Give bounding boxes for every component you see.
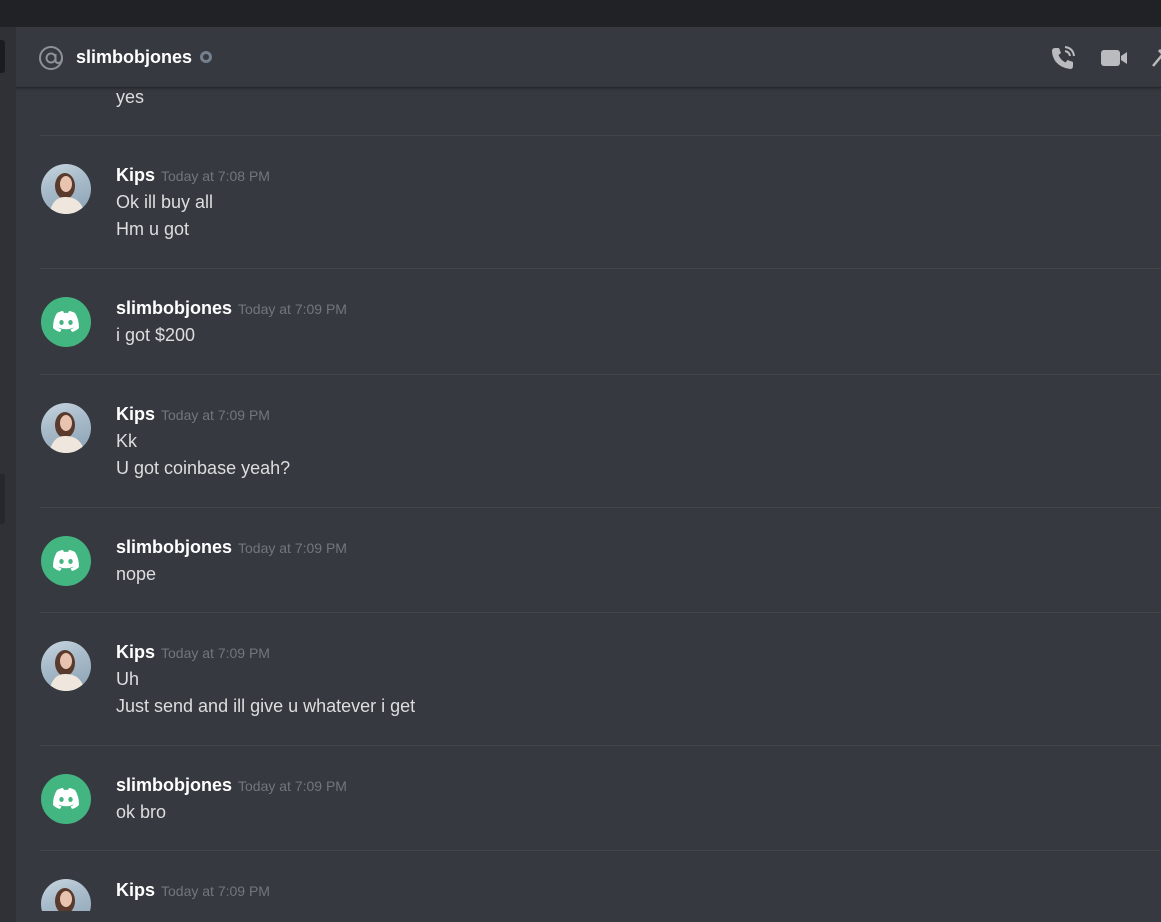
channel-title: slimbobjones [76, 47, 193, 67]
message-timestamp: Today at 7:09 PM [238, 778, 347, 794]
author-name[interactable]: Kips [116, 404, 155, 424]
message-divider [40, 507, 1161, 508]
author-name[interactable]: Kips [116, 880, 155, 900]
discord-logo-icon [53, 550, 79, 571]
message-author[interactable]: slimbobjones Today at 7:09 PM [116, 773, 347, 798]
message-divider [40, 612, 1161, 613]
chat-header: slimbobjones [16, 27, 1161, 88]
message-text: U got coinbase yeah? [116, 458, 291, 478]
message-divider [40, 268, 1161, 269]
phone-call-icon[interactable] [1049, 44, 1077, 72]
author-name[interactable]: slimbobjones [116, 775, 232, 795]
chat-main: slimbobjones yes Kips Today at 7:08 PM O… [16, 27, 1161, 922]
message-author[interactable]: slimbobjones Today at 7:09 PM [116, 535, 347, 560]
at-sign-icon [39, 46, 63, 70]
pin-icon[interactable] [1149, 44, 1161, 72]
message-timestamp: Today at 7:09 PM [238, 301, 347, 317]
sidebar-edge [0, 27, 16, 922]
discord-logo-icon [53, 788, 79, 809]
message-text: Just send and ill give u whatever i get [116, 696, 416, 716]
message-text: nope [116, 564, 157, 584]
message-divider [40, 745, 1161, 746]
message-timestamp: Today at 7:09 PM [161, 407, 270, 423]
message-timestamp: Today at 7:09 PM [161, 645, 270, 661]
user-avatar-slimbobjones[interactable] [41, 774, 91, 824]
message-text: i got $200 [116, 325, 196, 345]
message-text: Hm u got [116, 219, 190, 239]
author-name[interactable]: Kips [116, 165, 155, 185]
message-divider [40, 135, 1161, 136]
sidebar-scroll-handle[interactable] [0, 474, 5, 524]
discord-logo-icon [53, 311, 79, 332]
photo-avatar-icon [49, 173, 85, 214]
message-divider [40, 850, 1161, 851]
author-name[interactable]: slimbobjones [116, 537, 232, 557]
message-timestamp: Today at 7:08 PM [161, 168, 270, 184]
message-timestamp: Today at 7:09 PM [161, 883, 270, 899]
message-author[interactable]: Kips Today at 7:09 PM [116, 640, 270, 665]
message-text: ok bro [116, 802, 167, 822]
photo-avatar-icon [49, 650, 85, 691]
message-text: yes [116, 88, 145, 107]
message-timestamp: Today at 7:09 PM [238, 540, 347, 556]
message-author[interactable]: Kips Today at 7:08 PM [116, 163, 270, 188]
author-name[interactable]: slimbobjones [116, 298, 232, 318]
user-avatar-kips[interactable] [41, 641, 91, 691]
message-text: Ok ill buy all [116, 192, 214, 212]
photo-avatar-icon [49, 412, 85, 453]
message-author[interactable]: Kips Today at 7:09 PM [116, 402, 270, 427]
sidebar-scroll-handle[interactable] [0, 40, 5, 73]
user-avatar-slimbobjones[interactable] [41, 536, 91, 586]
message-list: yes Kips Today at 7:08 PM Ok ill buy all … [16, 88, 1161, 922]
author-name[interactable]: Kips [116, 642, 155, 662]
user-avatar-kips[interactable] [41, 403, 91, 453]
chat-bottom-edge [16, 911, 1161, 922]
message-text: Kk [116, 431, 138, 451]
message-author[interactable]: slimbobjones Today at 7:09 PM [116, 296, 347, 321]
window-titlebar [0, 0, 1161, 27]
user-avatar-slimbobjones[interactable] [41, 297, 91, 347]
message-divider [40, 374, 1161, 375]
user-avatar-kips[interactable] [41, 164, 91, 214]
video-camera-icon[interactable] [1100, 46, 1128, 70]
status-offline-icon [200, 51, 212, 63]
message-author[interactable]: Kips Today at 7:09 PM [116, 878, 270, 903]
message-text: Uh [116, 669, 140, 689]
